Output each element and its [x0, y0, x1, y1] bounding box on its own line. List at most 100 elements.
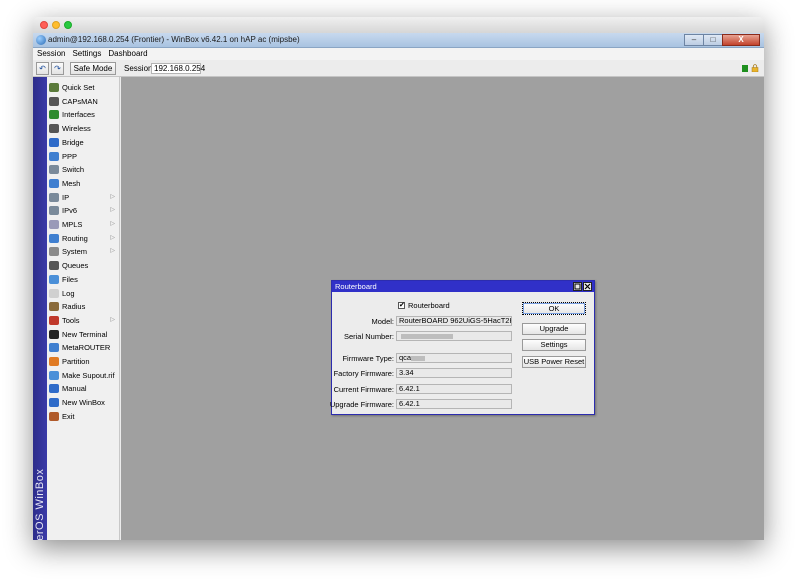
partition-icon	[49, 357, 59, 366]
window-title: admin@192.168.0.254 (Frontier) - WinBox …	[48, 35, 300, 44]
model-label: Model:	[371, 317, 394, 326]
redacted-value	[411, 355, 426, 361]
sidebar-item-new-winbox[interactable]: New WinBox	[47, 396, 120, 409]
sidebar-item-switch[interactable]: Switch	[47, 163, 120, 176]
sidebar-item-label: Files	[62, 274, 78, 284]
lock-icon	[751, 64, 759, 72]
sidebar-item-routing[interactable]: Routing ▷	[47, 232, 120, 245]
sidebar-item-bridge[interactable]: Bridge	[47, 136, 120, 149]
queues-icon	[49, 261, 59, 271]
upgrade-firmware-field[interactable]: 6.42.1	[396, 399, 512, 409]
manual-icon	[49, 384, 59, 394]
dialog-close-button[interactable]	[583, 282, 592, 291]
factory-firmware-field[interactable]: 3.34	[396, 368, 512, 378]
sidebar-item-partition[interactable]: Partition	[47, 355, 120, 368]
sidebar-item-ip[interactable]: IP ▷	[47, 191, 120, 204]
submenu-arrow-icon: ▷	[110, 221, 115, 227]
upgrade-button[interactable]: Upgrade	[522, 323, 586, 335]
sidebar-item-ipv6[interactable]: IPv6 ▷	[47, 204, 120, 217]
sidebar-item-label: PPP	[62, 151, 78, 161]
maximize-button[interactable]: □	[703, 34, 723, 46]
sidebar-item-label: Wireless	[62, 124, 91, 134]
sidebar-item-manual[interactable]: Manual	[47, 382, 120, 395]
wireless-icon	[49, 124, 59, 134]
serial-number-field[interactable]	[396, 331, 512, 341]
session-field[interactable]: 192.168.0.254	[151, 63, 205, 74]
window-controls: – □ X	[684, 34, 760, 46]
sidebar-item-make-supout-rif[interactable]: Make Supout.rif	[47, 369, 120, 382]
sidebar-item-system[interactable]: System ▷	[47, 245, 120, 258]
submenu-arrow-icon: ▷	[110, 316, 115, 323]
safe-mode-button[interactable]: Safe Mode	[70, 62, 116, 75]
window-titlebar: admin@192.168.0.254 (Frontier) - WinBox …	[33, 33, 764, 48]
sidebar-item-label: Routing	[62, 233, 88, 243]
workspace: Routerboard ✔ Routerboard Model: RouterB…	[121, 77, 764, 540]
sidebar-item-queues[interactable]: Queues	[47, 259, 120, 272]
minimize-window-button[interactable]	[52, 21, 60, 29]
sidebar-item-interfaces[interactable]: Interfaces	[47, 108, 120, 121]
usb-power-reset-button[interactable]: USB Power Reset	[522, 356, 586, 368]
sidebar-item-files[interactable]: Files	[47, 273, 120, 286]
routerboard-checkbox-label: Routerboard	[408, 301, 450, 310]
factory-firmware-label: Factory Firmware:	[333, 369, 394, 378]
sidebar: Quick Set CAPsMAN Interfaces Wireless Bridge…	[47, 77, 120, 540]
brand-text: RouterOS WinBox	[34, 468, 46, 540]
close-window-button[interactable]	[40, 21, 48, 29]
settings-button[interactable]: Settings	[522, 339, 586, 351]
close-button[interactable]: X	[722, 34, 760, 46]
submenu-arrow-icon: ▷	[110, 207, 115, 214]
sidebar-item-new-terminal[interactable]: New Terminal	[47, 328, 120, 341]
minimize-button[interactable]: –	[684, 34, 704, 46]
menu-dashboard[interactable]: Dashboard	[108, 48, 147, 60]
ok-button[interactable]: OK	[522, 302, 586, 315]
current-firmware-field[interactable]: 6.42.1	[396, 384, 512, 394]
sidebar-item-label: Manual	[62, 384, 87, 394]
zoom-window-button[interactable]	[64, 21, 72, 29]
sidebar-item-label: IP	[62, 192, 70, 202]
supout-icon	[49, 370, 59, 380]
sidebar-item-label: Radius	[62, 302, 86, 312]
sidebar-item-log[interactable]: Log	[47, 287, 120, 300]
dialog-maximize-button[interactable]	[573, 282, 582, 291]
radius-icon	[49, 302, 59, 312]
sidebar-item-mpls[interactable]: MPLS ▷	[47, 218, 120, 231]
firmware-type-field[interactable]: qca	[396, 353, 512, 363]
sidebar-item-label: MPLS	[62, 220, 83, 229]
sidebar-item-quick-set[interactable]: Quick Set	[47, 81, 120, 94]
sidebar-item-ppp[interactable]: PPP	[47, 150, 120, 163]
sidebar-item-label: System	[62, 247, 88, 257]
sidebar-item-radius[interactable]: Radius	[47, 300, 120, 313]
sidebar-item-tools[interactable]: Tools ▷	[47, 314, 120, 327]
sidebar-item-mesh[interactable]: Mesh	[47, 177, 120, 190]
sidebar-item-label: Bridge	[62, 137, 84, 147]
exit-icon	[49, 411, 59, 421]
model-field[interactable]: RouterBOARD 962UiGS-5HacT2HnT	[396, 316, 512, 326]
undo-button[interactable]: ↶	[36, 62, 49, 75]
redo-icon: ↷	[54, 64, 61, 73]
menu-session[interactable]: Session	[37, 48, 65, 60]
tools-icon	[49, 315, 59, 325]
sidebar-item-wireless[interactable]: Wireless	[47, 122, 120, 135]
sidebar-item-label: IPv6	[62, 206, 78, 216]
close-icon	[584, 283, 591, 290]
sidebar-item-label: MetaROUTER	[62, 343, 111, 353]
mac-titlebar	[33, 17, 764, 33]
redo-button[interactable]: ↷	[51, 62, 64, 75]
sidebar-item-label: Exit	[62, 411, 75, 421]
sidebar-item-label: New Terminal	[62, 329, 108, 339]
switch-icon	[49, 165, 59, 175]
ppp-icon	[49, 151, 59, 161]
redacted-value	[401, 333, 453, 339]
submenu-arrow-icon: ▷	[110, 193, 115, 200]
ipv6-icon	[49, 206, 59, 216]
routing-icon	[49, 233, 59, 243]
routerboard-checkbox-row[interactable]: ✔ Routerboard	[398, 301, 450, 310]
sidebar-item-capsman[interactable]: CAPsMAN	[47, 95, 120, 108]
brand-bar: RouterOS WinBox	[33, 77, 47, 540]
menu-settings[interactable]: Settings	[72, 48, 101, 60]
sidebar-item-exit[interactable]: Exit	[47, 410, 120, 423]
sidebar-item-metarouter[interactable]: MetaROUTER	[47, 341, 120, 354]
log-icon	[49, 288, 59, 298]
files-icon	[49, 274, 59, 284]
routerboard-checkbox[interactable]: ✔	[398, 302, 405, 309]
